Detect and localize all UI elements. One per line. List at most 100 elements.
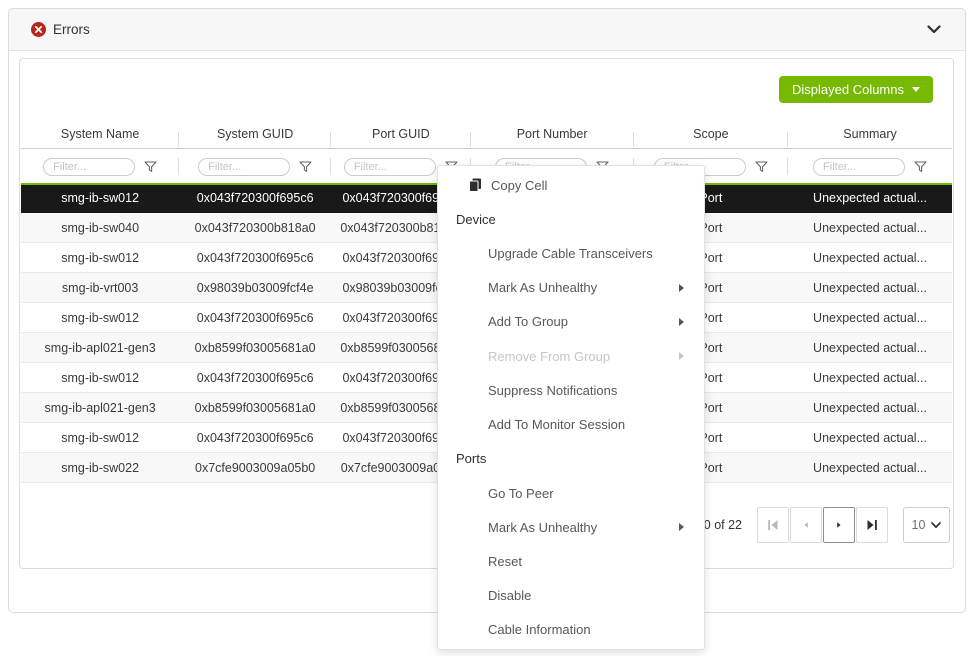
next-page-icon [831, 519, 847, 531]
menu-item-label: Cable Information [488, 622, 591, 637]
cell-summary: Unexpected actual... [788, 341, 952, 355]
column-header-system-guid[interactable]: System GUID [179, 127, 331, 141]
menu-section-ports: Ports [438, 442, 704, 476]
cell-system-name: smg-ib-vrt003 [21, 281, 179, 295]
cell-system-name: smg-ib-sw012 [21, 431, 179, 445]
cell-system-name: smg-ib-sw012 [21, 311, 179, 325]
cell-system-guid: 0x043f720300b818a0 [179, 221, 331, 235]
column-header-port-number[interactable]: Port Number [471, 127, 634, 141]
page-size-select[interactable]: 10 [903, 507, 950, 543]
submenu-arrow-icon [679, 523, 684, 531]
cell-summary: Unexpected actual... [788, 281, 952, 295]
cell-system-guid: 0x043f720300f695c6 [179, 191, 331, 205]
cell-summary: Unexpected actual... [788, 251, 952, 265]
filter-cell-summary [788, 150, 952, 183]
pagination: 10 of 22 10 [697, 507, 950, 543]
last-page-icon [864, 519, 880, 531]
filter-input-system-guid[interactable] [198, 158, 290, 176]
pagination-buttons [757, 507, 889, 543]
page-size-value: 10 [912, 518, 926, 532]
cell-system-guid: 0x7cfe9003009a05b0 [179, 461, 331, 475]
displayed-columns-button[interactable]: Displayed Columns [779, 76, 933, 103]
cell-system-name: smg-ib-apl021-gen3 [21, 401, 179, 415]
menu-item-label: Device [456, 212, 496, 227]
caret-down-icon [912, 87, 920, 92]
filter-input-port-guid[interactable] [344, 158, 436, 176]
column-header-port-guid[interactable]: Port GUID [331, 127, 471, 141]
submenu-arrow-icon [679, 284, 684, 292]
cell-system-name: smg-ib-sw012 [21, 371, 179, 385]
cell-system-name: smg-ib-sw012 [21, 251, 179, 265]
cell-system-guid: 0x043f720300f695c6 [179, 431, 331, 445]
prev-page-icon [798, 519, 814, 531]
cell-system-name: smg-ib-apl021-gen3 [21, 341, 179, 355]
menu-item-label: Copy Cell [491, 178, 547, 193]
filter-cell-system-name [21, 150, 179, 183]
cell-system-guid: 0x98039b03009fcf4e [179, 281, 331, 295]
menu-item-add-to-monitor-session[interactable]: Add To Monitor Session [438, 408, 704, 442]
panel-title: Errors [53, 22, 90, 37]
cell-summary: Unexpected actual... [788, 221, 952, 235]
menu-item-reset[interactable]: Reset [438, 544, 704, 578]
submenu-arrow-icon [679, 318, 684, 326]
cell-system-guid: 0xb8599f03005681a0 [179, 401, 331, 415]
cell-summary: Unexpected actual... [788, 461, 952, 475]
select-chevron-icon [931, 522, 941, 529]
column-header-system-name[interactable]: System Name [21, 127, 179, 141]
error-circle-icon [31, 22, 46, 37]
filter-funnel-icon[interactable] [144, 161, 157, 173]
menu-item-suppress-notifications[interactable]: Suppress Notifications [438, 373, 704, 407]
menu-item-mark-as-unhealthy[interactable]: Mark As Unhealthy [438, 271, 704, 305]
menu-item-mark-as-unhealthy[interactable]: Mark As Unhealthy [438, 510, 704, 544]
menu-item-label: Go To Peer [488, 486, 554, 501]
table-header-row: System NameSystem GUIDPort GUIDPort Numb… [21, 119, 952, 149]
cell-system-name: smg-ib-sw012 [21, 191, 179, 205]
menu-item-disable[interactable]: Disable [438, 579, 704, 613]
menu-item-label: Add To Group [488, 314, 568, 329]
menu-item-label: Add To Monitor Session [488, 417, 625, 432]
menu-item-label: Mark As Unhealthy [488, 520, 597, 535]
cell-summary: Unexpected actual... [788, 431, 952, 445]
cell-system-name: smg-ib-sw022 [21, 461, 179, 475]
menu-item-label: Remove From Group [488, 349, 610, 364]
column-header-summary[interactable]: Summary [788, 127, 952, 141]
cell-summary: Unexpected actual... [788, 371, 952, 385]
column-header-scope[interactable]: Scope [634, 127, 789, 141]
context-menu: Copy Cell Device Upgrade Cable Transceiver… [437, 165, 705, 650]
errors-panel-header: Errors [9, 9, 965, 51]
cell-system-guid: 0x043f720300f695c6 [179, 311, 331, 325]
menu-item-label: Disable [488, 588, 531, 603]
filter-input-summary[interactable] [813, 158, 905, 176]
next-page-button[interactable] [823, 507, 855, 543]
cell-system-guid: 0x043f720300f695c6 [179, 251, 331, 265]
menu-item-label: Mark As Unhealthy [488, 280, 597, 295]
menu-item-upgrade-cable-transceivers[interactable]: Upgrade Cable Transceivers [438, 236, 704, 270]
menu-item-label: Ports [456, 451, 486, 466]
menu-item-add-to-group[interactable]: Add To Group [438, 305, 704, 339]
menu-item-label: Reset [488, 554, 522, 569]
first-page-icon [765, 519, 781, 531]
cell-summary: Unexpected actual... [788, 191, 952, 205]
menu-item-label: Upgrade Cable Transceivers [488, 246, 653, 261]
menu-item-cable-information[interactable]: Cable Information [438, 613, 704, 647]
last-page-button[interactable] [856, 507, 888, 543]
filter-funnel-icon[interactable] [299, 161, 312, 173]
cell-system-guid: 0x043f720300f695c6 [179, 371, 331, 385]
prev-page-button [790, 507, 822, 543]
submenu-arrow-icon [679, 352, 684, 360]
cell-summary: Unexpected actual... [788, 311, 952, 325]
menu-item-copy-cell[interactable]: Copy Cell [438, 168, 704, 202]
filter-funnel-icon[interactable] [914, 161, 927, 173]
displayed-columns-label: Displayed Columns [792, 82, 904, 97]
menu-section-device: Device [438, 202, 704, 236]
filter-input-system-name[interactable] [43, 158, 135, 176]
menu-item-go-to-peer[interactable]: Go To Peer [438, 476, 704, 510]
cell-system-name: smg-ib-sw040 [21, 221, 179, 235]
first-page-button [757, 507, 789, 543]
filter-funnel-icon[interactable] [755, 161, 768, 173]
filter-cell-system-guid [179, 150, 331, 183]
menu-item-label: Suppress Notifications [488, 383, 617, 398]
collapse-chevron-icon[interactable] [925, 23, 943, 36]
cell-system-guid: 0xb8599f03005681a0 [179, 341, 331, 355]
menu-item-remove-from-group: Remove From Group [438, 339, 704, 373]
